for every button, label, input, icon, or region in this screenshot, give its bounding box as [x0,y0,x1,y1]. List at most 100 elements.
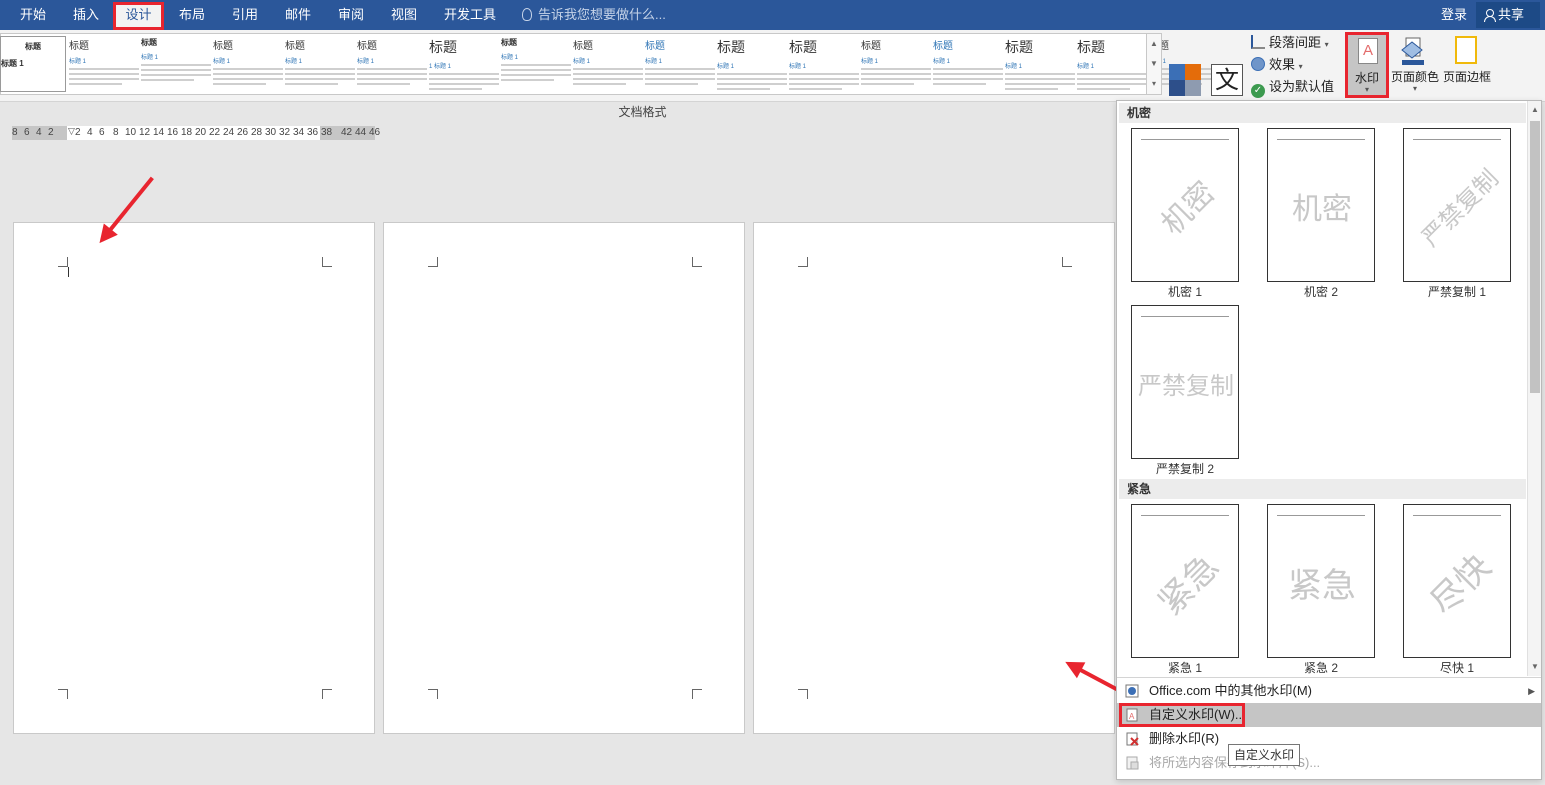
style-thumb-subheading: 标题 1 [1077,64,1095,70]
ribbon-tab-bar: 开始 插入 设计 布局 引用 邮件 审阅 视图 开发工具 告诉我您想要做什么..… [0,0,1545,30]
watermark-thumb[interactable]: 严禁复制 [1131,305,1239,459]
style-thumb[interactable]: 标题标题 1 [285,37,355,91]
style-thumb[interactable]: 标题标题 1 [1005,37,1075,91]
watermark-preview-text: 严禁复制 [1415,163,1504,252]
ruler-tick-label: 44 [355,127,367,138]
ruler-tick-label: 8 [113,127,119,138]
style-thumb-heading: 标题 [1005,39,1033,55]
style-thumb[interactable]: 标题标题 1 [213,37,283,91]
tell-me-search[interactable]: 告诉我您想要做什么... [522,0,666,30]
tab-mailings[interactable]: 邮件 [274,0,322,30]
style-thumb-current[interactable]: 标题 标题 1 [0,36,66,92]
gallery-more-icon[interactable]: ▾ [1147,74,1161,94]
remove-watermark-menu-item[interactable]: 删除水印(R) [1117,727,1541,751]
style-thumb-heading: 标题 [573,41,593,52]
document-page-2[interactable] [383,222,745,734]
ruler-tick-label: 22 [209,127,221,138]
effects-icon [1251,57,1265,71]
watermark-thumb[interactable]: 严禁复制 [1403,128,1511,282]
style-thumb-heading: 标题 [141,38,157,47]
ruler-tick-label: 8 [12,127,18,138]
style-thumb[interactable]: 标题标题 1 [933,37,1003,91]
watermark-caption: 严禁复制 2 [1155,462,1214,476]
gallery-scroll[interactable]: ▲ ▼ ▾ [1146,33,1162,95]
style-thumb-heading: 标题 [717,39,745,55]
watermark-caption: 机密 1 [1167,285,1202,299]
style-thumb[interactable]: 标题标题 1 [573,37,643,91]
watermark-dropdown: 机密 紧急 ▲ ▼ Office.com 中的其他水印(M) ▶ A 自定义水印… [1116,100,1542,780]
paragraph-spacing-button[interactable]: 段落间距 ▾ [1251,33,1329,53]
style-thumb[interactable]: 标题标题 1 [645,37,715,91]
style-thumb[interactable]: 标题 1 标题 1 [429,37,499,91]
paragraph-spacing-icon [1251,35,1265,49]
remove-watermark-icon [1126,732,1139,746]
style-thumb[interactable]: 标题标题 1 [357,37,427,91]
style-thumb[interactable]: 标题标题 1 [861,37,931,91]
style-thumb[interactable]: 标题标题 1 [1077,37,1147,91]
ruler-tick-label: 32 [279,127,291,138]
custom-watermark-menu-item[interactable]: A 自定义水印(W)... [1117,703,1541,727]
share-button[interactable]: 共享 [1476,2,1540,28]
ruler-tick-label: 4 [87,127,93,138]
tab-insert[interactable]: 插入 [62,0,110,30]
indent-marker-icon[interactable]: ▽ [68,124,75,138]
page-borders-label: 页面边框 [1442,70,1491,84]
scroll-down-icon[interactable]: ▼ [1528,660,1542,674]
tab-design[interactable]: 设计 [113,2,164,30]
tab-home[interactable]: 开始 [8,0,58,30]
watermark-preview-text: 机密 [1292,192,1352,227]
tab-layout[interactable]: 布局 [168,0,216,30]
document-page-3[interactable] [753,222,1115,734]
checkmark-icon: ✓ [1251,84,1265,98]
style-thumb-subheading: 标题 1 [213,59,231,65]
tab-view[interactable]: 视图 [380,0,428,30]
scroll-thumb[interactable] [1530,121,1540,393]
tab-developer[interactable]: 开发工具 [434,0,506,30]
section-header-confidential: 机密 [1119,103,1526,123]
scroll-up-icon[interactable]: ▲ [1528,103,1542,117]
gallery-up-icon[interactable]: ▲ [1147,34,1161,54]
ruler-tick-label: 30 [265,127,277,138]
ruler-tick-label: 24 [223,127,235,138]
style-thumb-heading: 标题 [1077,39,1105,55]
style-thumb-heading: 标题 [789,39,817,55]
ruler-tick-label: 14 [153,127,165,138]
tab-review[interactable]: 审阅 [327,0,375,30]
ruler-tick-label: 2 [48,127,54,138]
tab-references[interactable]: 引用 [221,0,269,30]
style-thumb[interactable]: 标题标题 1 [501,37,571,91]
style-thumb[interactable]: 标题标题 1 [141,37,211,91]
style-thumb[interactable]: 标题标题 1 [789,37,859,91]
watermark-thumb[interactable]: 机密 [1267,128,1375,282]
chevron-down-icon: ▾ [1364,85,1369,94]
page-border-icon [1455,36,1477,64]
style-thumb-heading: 标题 [861,41,881,52]
watermark-caption: 紧急 2 [1303,661,1338,675]
horizontal-ruler[interactable]: ▽ 8 6 4 2 2 4 6 8 10 12 14 16 18 20 22 24 26 28 30 32 34 36 38… [12,124,380,140]
watermark-button[interactable]: A 水印 ▾ [1345,32,1389,98]
style-thumb-heading: 标题 [429,39,457,55]
watermark-thumb[interactable]: 机密 [1131,128,1239,282]
watermark-caption: 紧急 1 [1167,661,1202,675]
effects-button[interactable]: 效果 ▾ [1251,55,1303,75]
style-thumb-heading: 标题 [213,41,233,52]
document-page-1[interactable] [13,222,375,734]
watermark-thumb[interactable]: 尽快 [1403,504,1511,658]
watermark-preview-text: 紧急 [1150,546,1227,623]
style-thumb-heading: 标题 [933,41,953,52]
style-thumb-subheading: 标题 1 [789,64,807,70]
ruler-tick-label: 28 [251,127,263,138]
remove-watermark-label: 删除水印(R) [1149,731,1220,746]
set-default-button[interactable]: ✓ 设为默认值 [1251,77,1334,98]
style-thumb[interactable]: 标题标题 1 [717,37,787,91]
ruler-tick-label: 42 [341,127,353,138]
watermark-thumb[interactable]: 紧急 [1267,504,1375,658]
style-thumb[interactable]: 标题标题 1 [69,37,139,91]
page-color-label: 页面颜色 [1390,70,1439,84]
login-link[interactable]: 登录 [1441,0,1467,30]
more-watermarks-menu-item[interactable]: Office.com 中的其他水印(M) ▶ [1117,679,1541,703]
style-thumb-heading: 标题 [69,41,89,52]
watermark-gallery-scrollbar[interactable]: ▲ ▼ [1527,101,1541,676]
gallery-down-icon[interactable]: ▼ [1147,54,1161,74]
watermark-thumb[interactable]: 紧急 [1131,504,1239,658]
